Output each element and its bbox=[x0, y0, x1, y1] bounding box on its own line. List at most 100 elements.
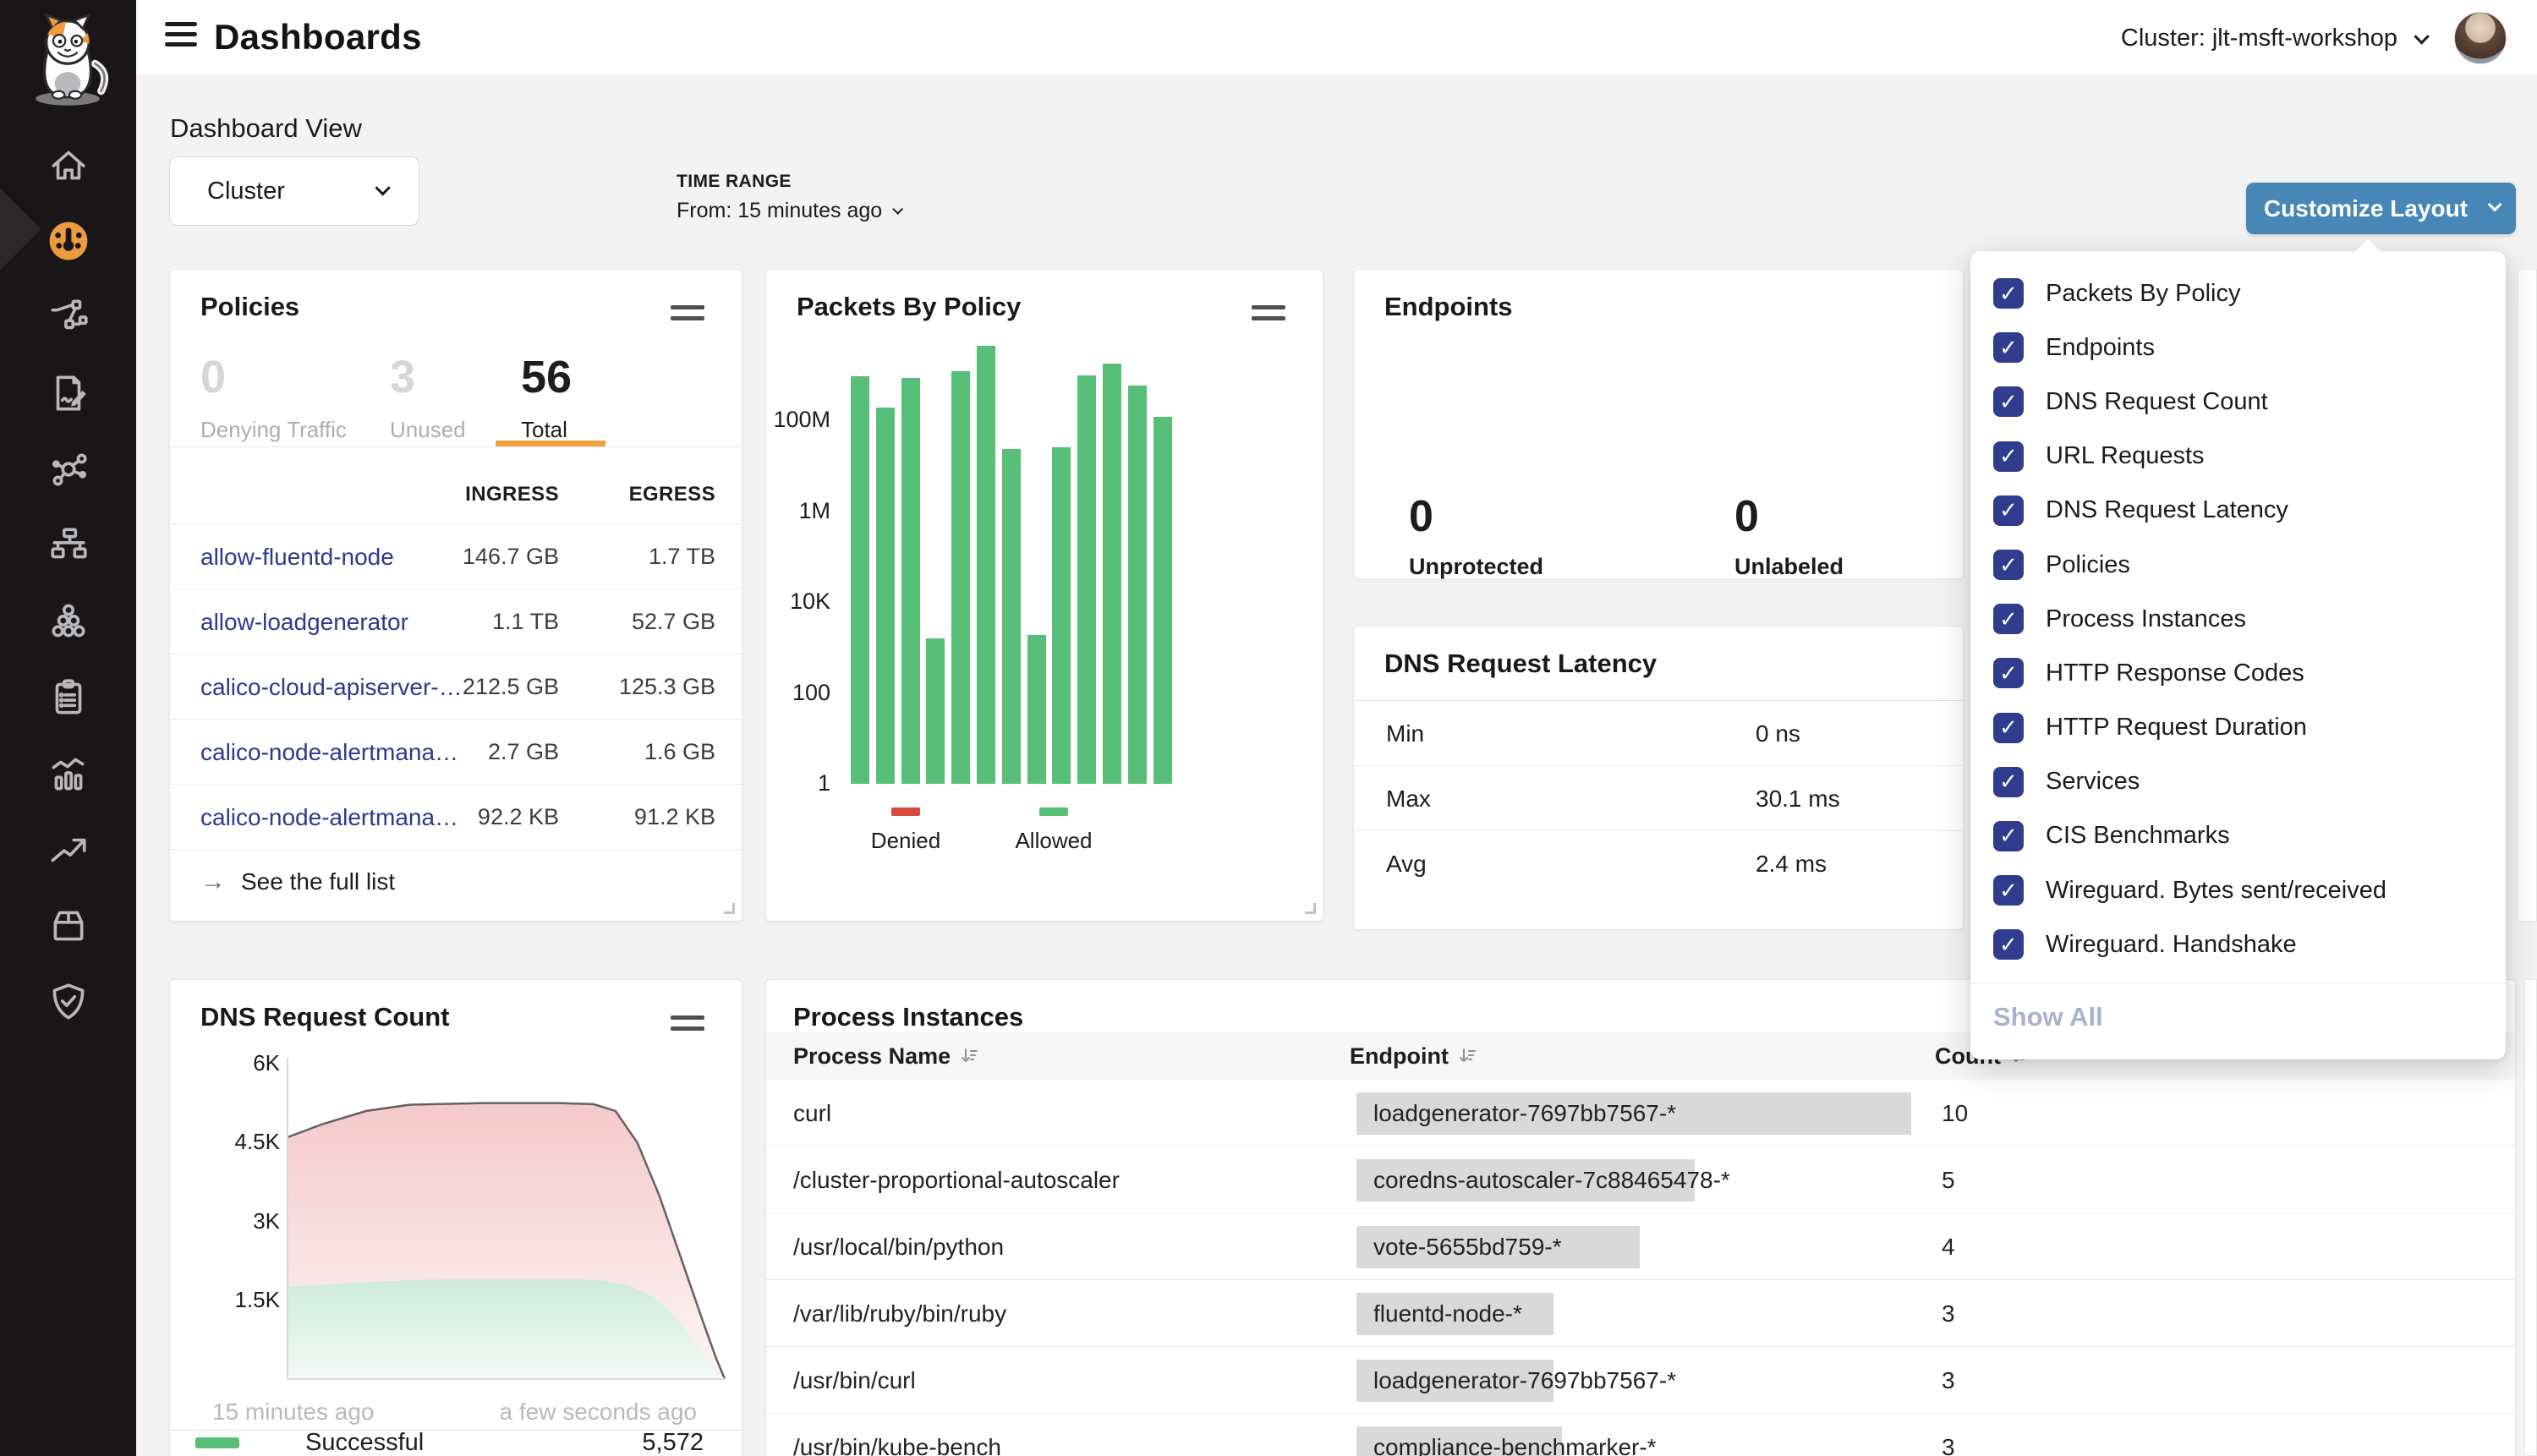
count-value: 10 bbox=[1942, 1080, 1968, 1147]
sidebar-item-policies[interactable] bbox=[0, 355, 136, 431]
hamburger-menu-icon[interactable] bbox=[165, 22, 199, 54]
layout-option-label: URL Requests bbox=[2046, 442, 2205, 470]
y-tick-label: 6K bbox=[170, 1050, 280, 1076]
checkbox-checked-icon[interactable]: ✓ bbox=[1993, 604, 2024, 634]
egress-value: 91.2 KB bbox=[559, 785, 715, 850]
latency-stat-label: Min bbox=[1386, 701, 1424, 766]
sidebar-item-managed-clusters[interactable] bbox=[0, 507, 136, 583]
checkbox-checked-icon[interactable]: ✓ bbox=[1993, 550, 2024, 580]
layout-option[interactable]: ✓CIS Benchmarks bbox=[1970, 809, 2506, 863]
layout-option-label: Services bbox=[2046, 768, 2140, 796]
checkbox-checked-icon[interactable]: ✓ bbox=[1993, 441, 2024, 472]
policy-link[interactable]: allow-fluentd-node bbox=[200, 524, 394, 589]
checkbox-checked-icon[interactable]: ✓ bbox=[1993, 713, 2024, 743]
drag-handle-icon[interactable] bbox=[671, 305, 704, 327]
layout-option[interactable]: ✓ Wireguard. Bytes sent/received bbox=[1970, 863, 2506, 917]
chevron-down-icon bbox=[2488, 197, 2502, 211]
sidebar-item-trends[interactable] bbox=[0, 812, 136, 888]
layout-option[interactable]: ✓ Endpoints bbox=[1970, 320, 2506, 375]
sidebar-item-workloads[interactable] bbox=[0, 583, 136, 660]
layout-option[interactable]: ✓ URL Requests bbox=[1970, 430, 2506, 484]
layout-option[interactable]: ✓ HTTP Response Codes bbox=[1970, 646, 2506, 700]
partially-hidden-card bbox=[2518, 269, 2537, 922]
sidebar-item-compliance[interactable] bbox=[0, 660, 136, 736]
legend-swatch-successful bbox=[195, 1437, 239, 1448]
layout-option[interactable]: ✓DNS Request Count bbox=[1970, 375, 2506, 429]
sidebar-item-home[interactable] bbox=[0, 127, 136, 203]
checkbox-checked-icon[interactable]: ✓ bbox=[1993, 658, 2024, 688]
page-title: Dashboards bbox=[214, 17, 422, 57]
cluster-selector[interactable]: Cluster: jlt-msft-workshop bbox=[2121, 25, 2425, 52]
table-row: allow-loadgenerator1.1 TB52.7 GB bbox=[170, 588, 742, 654]
dashboard-view-select[interactable]: Cluster bbox=[169, 156, 419, 226]
checkbox-checked-icon[interactable]: ✓ bbox=[1993, 386, 2024, 417]
layout-option[interactable]: ✓Policies bbox=[1970, 538, 2506, 592]
drag-handle-icon[interactable] bbox=[1252, 305, 1285, 327]
divider bbox=[170, 446, 742, 447]
y-tick-label: 4.5K bbox=[170, 1129, 280, 1155]
stat-total[interactable]: 56 Total bbox=[521, 351, 572, 443]
layout-option[interactable]: ✓Packets By Policy bbox=[1970, 266, 2506, 320]
layout-option-label: HTTP Request Duration bbox=[2046, 714, 2307, 742]
checkbox-checked-icon[interactable]: ✓ bbox=[1993, 278, 2024, 309]
latency-table: Min0 nsMax30.1 msAvg2.4 ms bbox=[1354, 701, 1963, 896]
layout-option[interactable]: ✓DNS Request Latency bbox=[1970, 484, 2506, 538]
endpoint-chip: coredns-autoscaler-7c88465478-* bbox=[1356, 1159, 1695, 1201]
checkbox-checked-icon[interactable]: ✓ bbox=[1993, 875, 2024, 906]
stat-unused[interactable]: 3 Unused bbox=[390, 351, 521, 443]
resize-handle[interactable] bbox=[1305, 903, 1316, 914]
checkbox-checked-icon[interactable]: ✓ bbox=[1993, 929, 2024, 960]
layout-option[interactable]: ✓ Process Instances bbox=[1970, 592, 2506, 646]
dashboard-view-title: Dashboard View bbox=[170, 113, 362, 144]
policies-table: allow-fluentd-node146.7 GB1.7 TBallow-lo… bbox=[170, 523, 742, 914]
customize-layout-button[interactable]: Customize Layout bbox=[2246, 183, 2516, 234]
checkbox-checked-icon[interactable]: ✓ bbox=[1993, 332, 2024, 363]
layout-option-label: HTTP Response Codes bbox=[2046, 660, 2304, 687]
y-tick-label: 1M bbox=[766, 498, 830, 524]
sidebar-item-network-sets[interactable] bbox=[0, 431, 136, 507]
count-value: 4 bbox=[1942, 1213, 1955, 1280]
sidebar-item-dashboards[interactable] bbox=[0, 203, 136, 279]
column-header-process-name[interactable]: Process Name bbox=[793, 1032, 979, 1080]
layout-option[interactable]: ✓ Services bbox=[1970, 755, 2506, 809]
sidebar-item-service-graph[interactable] bbox=[0, 279, 136, 355]
policy-link[interactable]: allow-loadgenerator bbox=[200, 589, 408, 654]
layout-option-label: Wireguard. Bytes sent/received bbox=[2046, 877, 2386, 905]
network-molecule-icon bbox=[47, 447, 90, 491]
bar bbox=[1002, 449, 1021, 784]
drag-handle-icon[interactable] bbox=[671, 1015, 704, 1037]
stat-denying-traffic[interactable]: 0 Denying Traffic bbox=[200, 351, 390, 443]
layout-option-label: Endpoints bbox=[2046, 334, 2155, 362]
column-header-endpoint[interactable]: Endpoint bbox=[1350, 1032, 1477, 1080]
layout-option-label: Process Instances bbox=[2046, 605, 2246, 633]
policy-editor-icon bbox=[47, 371, 90, 415]
egress-value: 1.6 GB bbox=[559, 720, 715, 785]
calico-dashboards-page: Dashboards Cluster: jlt-msft-workshop bbox=[0, 0, 2537, 1456]
sidebar bbox=[0, 0, 136, 1456]
layout-option[interactable]: ✓ HTTP Request Duration bbox=[1970, 701, 2506, 755]
checkbox-checked-icon[interactable]: ✓ bbox=[1993, 767, 2024, 797]
sort-icon bbox=[1457, 1046, 1477, 1066]
calico-cat-logo[interactable] bbox=[22, 8, 113, 112]
layout-option[interactable]: ✓Wireguard. Handshake bbox=[1970, 917, 2506, 972]
time-range-value[interactable]: From: 15 minutes ago bbox=[677, 199, 900, 223]
sidebar-item-security[interactable] bbox=[0, 964, 136, 1040]
see-full-list-link[interactable]: →See the full list bbox=[170, 849, 742, 914]
sidebar-item-packages[interactable] bbox=[0, 888, 136, 964]
show-all-button[interactable]: Show All bbox=[1970, 984, 2506, 1050]
service-graph-icon bbox=[47, 295, 90, 339]
checkbox-checked-icon[interactable]: ✓ bbox=[1993, 821, 2024, 851]
table-row: /usr/bin/curlloadgenerator-7697bb7567-*3 bbox=[766, 1347, 2515, 1414]
user-avatar[interactable] bbox=[2454, 12, 2507, 64]
sidebar-item-activity[interactable] bbox=[0, 736, 136, 812]
checkbox-checked-icon[interactable]: ✓ bbox=[1993, 495, 2024, 526]
resize-handle[interactable] bbox=[724, 903, 735, 914]
ingress-value: 92.2 KB bbox=[381, 785, 559, 850]
egress-value: 52.7 GB bbox=[559, 589, 715, 654]
bar bbox=[851, 376, 869, 784]
bar bbox=[926, 638, 945, 784]
table-row: /usr/local/bin/pythonvote-5655bd759-*4 bbox=[766, 1213, 2515, 1280]
endpoints-card: Endpoints 0 Unprotected 0 Unlabeled bbox=[1353, 269, 1964, 579]
process-table: curlloadgenerator-7697bb7567-*10/cluster… bbox=[766, 1080, 2515, 1456]
packets-by-policy-card: Packets By Policy 100M1M10K1001 DeniedAl… bbox=[765, 269, 1323, 922]
